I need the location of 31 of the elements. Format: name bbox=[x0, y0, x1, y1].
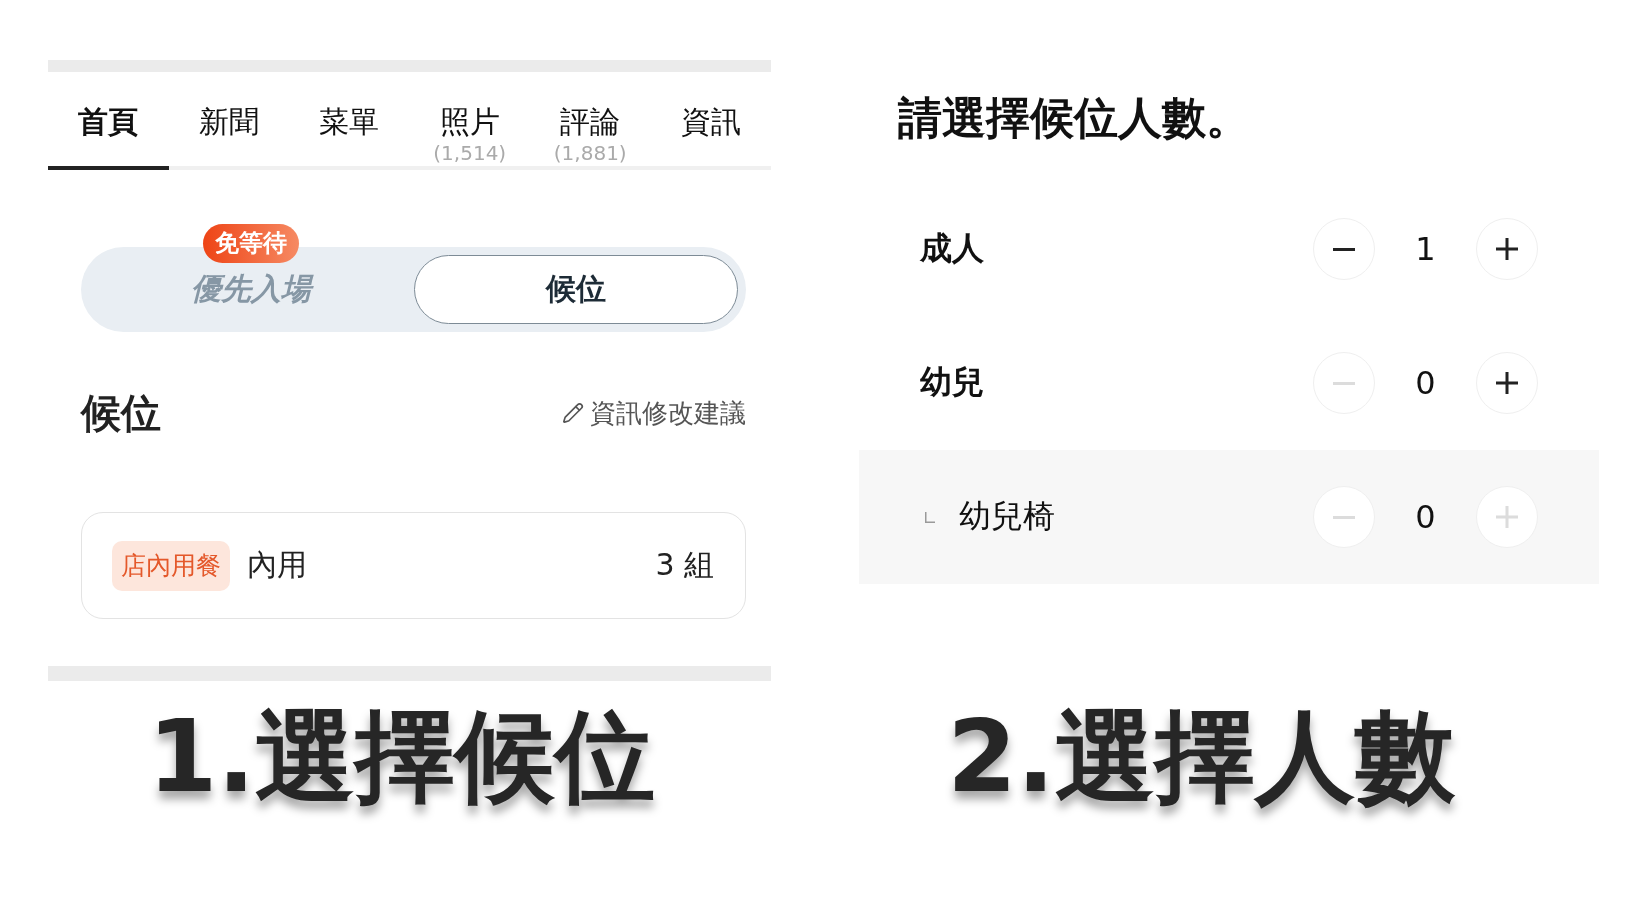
section-heading: 候位 bbox=[81, 389, 161, 438]
step-caption: 2.選擇人數 bbox=[947, 697, 1455, 817]
plus-icon bbox=[1496, 238, 1518, 260]
counter-label: 幼兒 bbox=[920, 362, 984, 403]
minus-icon bbox=[1333, 515, 1355, 519]
queue-card[interactable]: 店內用餐 內用 3 組 bbox=[81, 512, 746, 619]
nav-tab[interactable]: 新聞 bbox=[168, 72, 289, 170]
nav-tab[interactable]: 資訊 bbox=[650, 72, 771, 170]
nav-tab[interactable]: 照片 (1,514) bbox=[409, 72, 530, 170]
counter-value: 0 bbox=[1414, 364, 1437, 402]
corner-icon bbox=[925, 511, 935, 523]
toggle-option[interactable]: 候位 bbox=[413, 255, 738, 324]
group-count: 3 組 bbox=[655, 546, 714, 584]
pencil-icon bbox=[562, 402, 584, 424]
counter-value: 1 bbox=[1414, 230, 1437, 268]
counter-label: 幼兒椅 bbox=[959, 496, 1055, 537]
plus-icon bbox=[1496, 372, 1518, 394]
queue-type-label: 內用 bbox=[247, 546, 307, 584]
category-tag: 店內用餐 bbox=[112, 540, 230, 591]
minus-icon bbox=[1333, 247, 1355, 251]
nav-tab[interactable]: 菜單 bbox=[289, 72, 410, 170]
nav-tab[interactable]: 首頁 bbox=[48, 72, 169, 170]
panel-title: 請選擇候位人數。 bbox=[898, 91, 1250, 145]
nav-tab[interactable]: 評論 (1,881) bbox=[530, 72, 651, 170]
counter-label: 成人 bbox=[920, 228, 984, 269]
counter-value: 0 bbox=[1414, 498, 1437, 536]
promo-badge: 免等待 bbox=[203, 224, 300, 263]
minus-icon bbox=[1333, 381, 1355, 385]
plus-icon bbox=[1496, 506, 1518, 528]
step-caption: 1.選擇候位 bbox=[147, 697, 656, 817]
edit-suggestion-link[interactable]: 資訊修改建議 bbox=[562, 395, 746, 431]
